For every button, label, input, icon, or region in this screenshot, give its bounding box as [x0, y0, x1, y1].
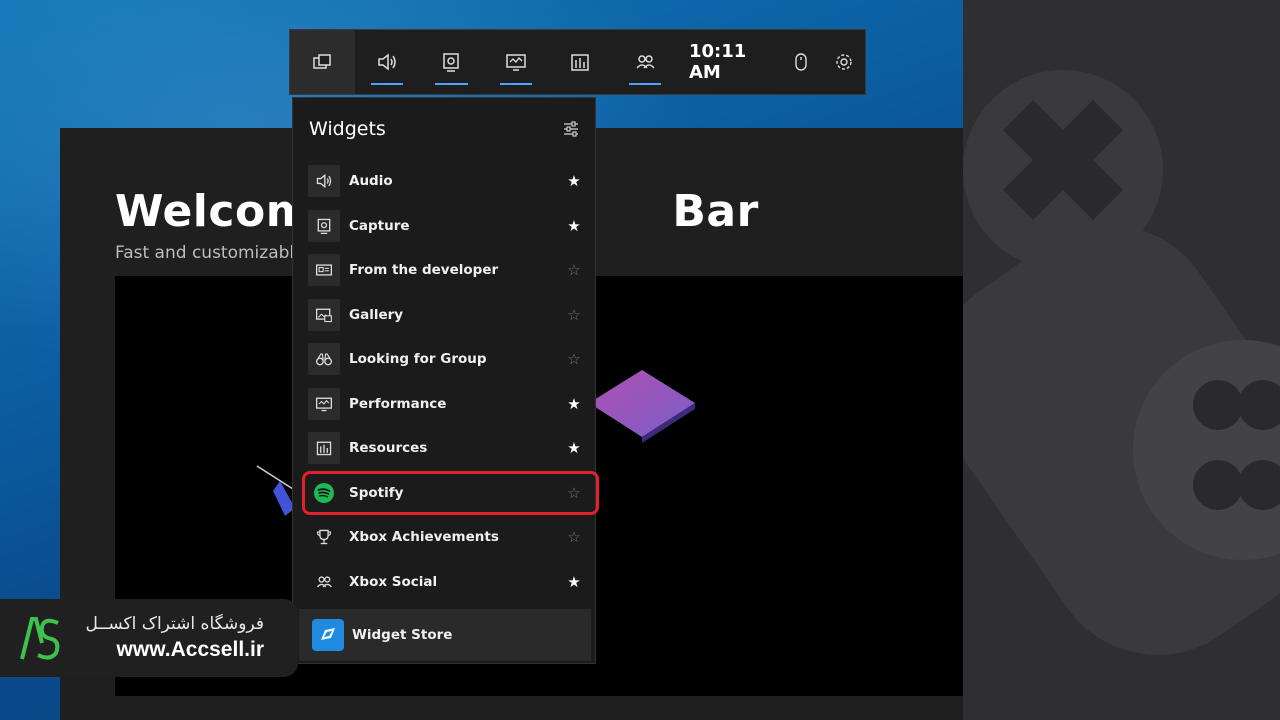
widget-item-label: Xbox Achievements [349, 529, 499, 545]
favorite-star-icon[interactable]: ☆ [565, 484, 583, 502]
welcome-subtitle: Fast and customizable [115, 243, 305, 263]
widget-item-label: Xbox Social [349, 573, 438, 590]
widget-item-resources[interactable]: Resources ★ [308, 432, 583, 464]
speaker-icon [378, 53, 396, 71]
gear-icon [835, 54, 852, 70]
active-indicator [499, 83, 532, 85]
widget-item-label: Performance [349, 395, 447, 412]
favorite-star-icon[interactable]: ★ [565, 573, 583, 591]
mouse-icon [794, 53, 807, 71]
widget-item-xbox-social[interactable]: Xbox Social ★ [308, 566, 583, 598]
widget-menu-icon [313, 54, 331, 69]
widget-item-capture[interactable]: Capture ★ [308, 209, 583, 242]
widget-item-spotify[interactable]: Spotify ☆ [308, 477, 583, 509]
favorite-star-icon[interactable]: ☆ [565, 528, 583, 546]
mouse-button[interactable] [779, 30, 822, 94]
news-icon [308, 254, 340, 286]
monitor-icon [308, 387, 340, 420]
watermark-text: فروشگاه اشتراک اکســل www.Accsell.ir [80, 614, 298, 662]
widget-item-performance[interactable]: Performance ★ [308, 387, 583, 420]
widget-item-looking-for-group[interactable]: Looking for Group ☆ [308, 343, 583, 375]
widget-store-button[interactable]: Widget Store [299, 609, 591, 661]
active-indicator [628, 83, 661, 85]
watermark-url: www.Accsell.ir [116, 638, 264, 661]
capture-icon [308, 209, 340, 242]
clock: 10:11 AM [689, 41, 747, 83]
widget-item-audio[interactable]: Audio ★ [308, 165, 583, 197]
favorite-star-icon[interactable]: ☆ [565, 261, 583, 279]
game-bar: 10:11 AM [289, 29, 866, 95]
widget-item-label: From the developer [349, 262, 499, 278]
favorite-star-icon[interactable]: ☆ [565, 306, 583, 324]
trophy-icon [308, 521, 340, 553]
widget-item-label: Gallery [349, 306, 404, 323]
widget-store-icon [312, 619, 344, 651]
widget-item-label: Spotify [349, 484, 404, 501]
widgets-menu: Widgets Audio ★ Capture ★ From the devel… [292, 97, 596, 664]
widget-store-label: Widget Store [352, 627, 453, 643]
widget-item-gallery[interactable]: Gallery ☆ [308, 298, 583, 331]
widget-menu-button[interactable] [290, 30, 355, 94]
monitor-icon [506, 54, 526, 71]
widget-item-label: Looking for Group [349, 351, 487, 367]
widgets-header: Widgets [293, 98, 595, 160]
active-indicator [435, 83, 468, 85]
performance-button[interactable] [484, 30, 549, 94]
controller-icon [963, 70, 1280, 655]
controller-artwork-panel [963, 0, 1280, 720]
widget-item-xbox-achievements[interactable]: Xbox Achievements ☆ [308, 521, 583, 553]
audio-button[interactable] [355, 30, 420, 94]
speaker-icon [308, 165, 340, 197]
gallery-icon [308, 298, 340, 331]
watermark-persian-text: فروشگاه اشتراک اکســل [85, 614, 264, 634]
resources-button[interactable] [548, 30, 613, 94]
widgets-title: Widgets [309, 118, 386, 140]
favorite-star-icon[interactable]: ☆ [565, 350, 583, 368]
widgets-settings-button[interactable] [563, 121, 579, 137]
spotify-icon [308, 477, 340, 509]
widget-item-label: Audio [349, 173, 393, 189]
people-icon [308, 566, 340, 598]
accsell-logo [0, 599, 80, 677]
active-indicator [370, 83, 403, 85]
favorite-star-icon[interactable]: ★ [565, 172, 583, 190]
capture-button[interactable] [419, 30, 484, 94]
widget-item-label: Capture [349, 217, 410, 234]
widget-item-from-the-developer[interactable]: From the developer ☆ [308, 254, 583, 286]
resources-icon [571, 54, 589, 71]
capture-icon [443, 53, 459, 72]
favorite-star-icon[interactable]: ★ [565, 217, 583, 235]
binoculars-icon [308, 343, 340, 375]
sliders-icon [564, 121, 578, 137]
accsell-watermark: فروشگاه اشتراک اکســل www.Accsell.ir [0, 599, 298, 677]
resources-icon [308, 432, 340, 464]
xbox-social-button[interactable] [613, 30, 678, 94]
settings-button[interactable] [822, 30, 865, 94]
favorite-star-icon[interactable]: ★ [565, 439, 583, 457]
welcome-title-right: Bar [672, 186, 759, 237]
people-icon [636, 55, 655, 69]
favorite-star-icon[interactable]: ★ [565, 395, 583, 413]
widget-item-label: Resources [349, 440, 428, 456]
